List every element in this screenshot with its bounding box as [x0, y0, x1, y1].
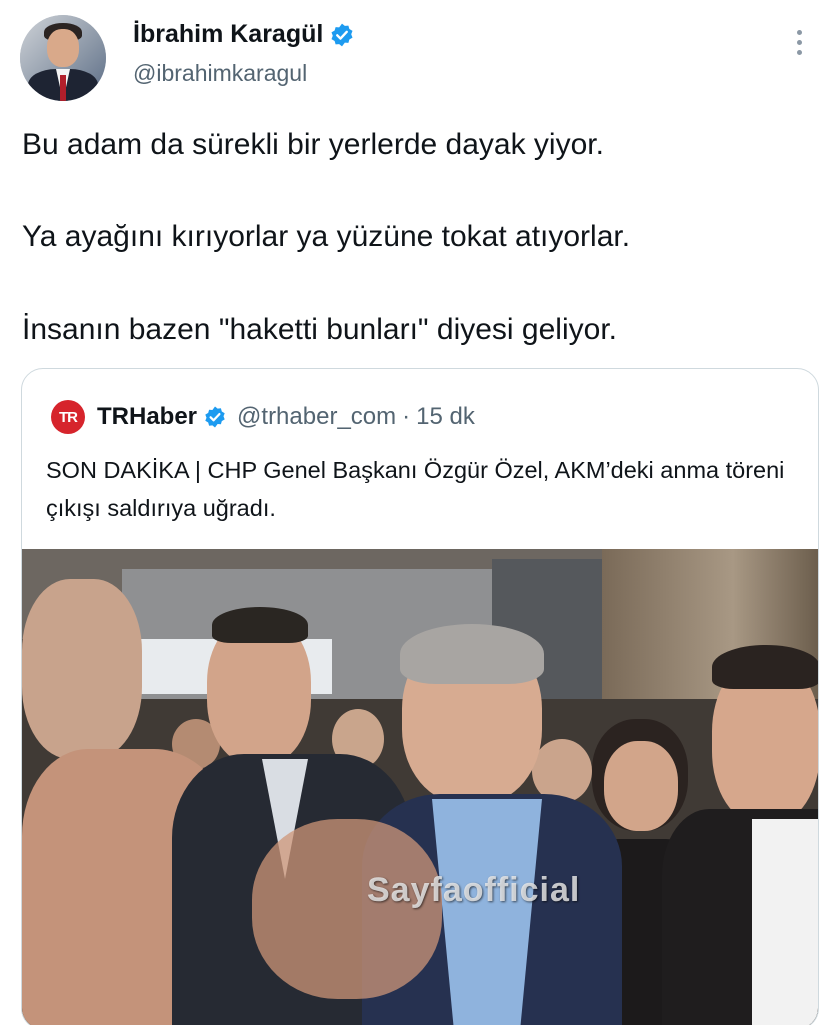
author-handle[interactable]: @ibrahimkaragul	[133, 60, 307, 87]
quoted-tweet-card[interactable]: TR TRHaber @trhaber_com · 15 dk SON DAKİ…	[21, 368, 819, 1025]
author-name-row[interactable]: İbrahim Karagül	[133, 20, 355, 49]
quoted-tweet-header: TR TRHaber @trhaber_com · 15 dk	[51, 400, 475, 434]
quoted-author-handle[interactable]: @trhaber_com	[237, 403, 396, 431]
quoted-timestamp[interactable]: 15 dk	[416, 403, 475, 431]
media-watermark: Sayfaofficial	[367, 871, 581, 909]
verified-badge-icon	[331, 23, 353, 46]
verified-badge-icon	[205, 406, 225, 428]
author-name[interactable]: İbrahim Karagül	[133, 20, 323, 49]
tweet-line: İnsanın bazen "haketti bunları" diyesi g…	[22, 313, 617, 346]
quoted-media-image[interactable]: Sayfaofficial	[22, 549, 818, 1025]
quoted-tweet-text: SON DAKİKA | CHP Genel Başkanı Özgür Öze…	[46, 457, 785, 521]
separator-dot: ·	[402, 403, 411, 430]
trhaber-logo: TR	[51, 400, 85, 434]
tweet-line: Ya ayağını kırıyorlar ya yüzüne tokat at…	[22, 220, 631, 253]
tweet-line: Bu adam da sürekli bir yerlerde dayak yi…	[22, 128, 604, 161]
more-options-icon[interactable]	[792, 30, 806, 64]
author-avatar[interactable]	[20, 15, 106, 101]
quoted-author-name[interactable]: TRHaber	[97, 403, 197, 431]
